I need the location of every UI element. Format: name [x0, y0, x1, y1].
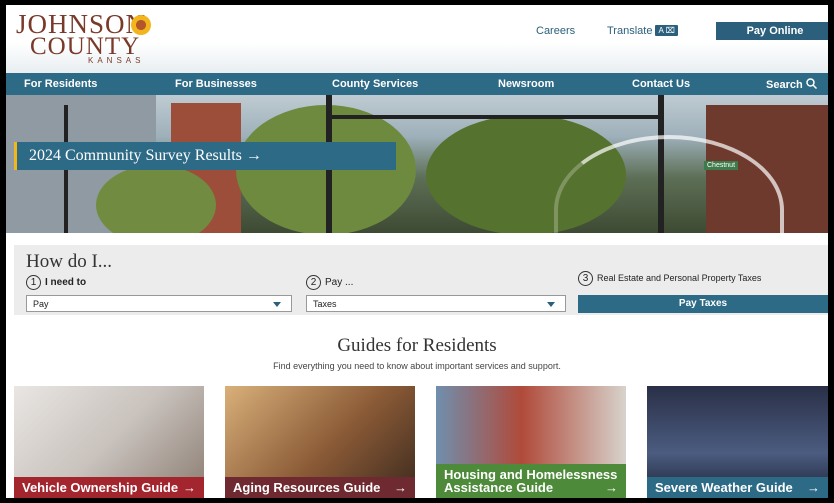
- arrow-right-icon: →: [605, 480, 618, 495]
- search-label: Search: [766, 79, 803, 91]
- guide-card-label: Aging Resources Guide: [225, 477, 415, 498]
- step-3-number: 3: [578, 271, 593, 286]
- guide-card-vehicle[interactable]: Vehicle Ownership Guide →: [14, 386, 204, 498]
- pay-online-button[interactable]: Pay Online: [716, 22, 828, 40]
- hero-image: Chestnut 2024 Community Survey Results →: [6, 95, 828, 233]
- translate-label: Translate: [607, 25, 653, 37]
- guide-card-housing[interactable]: Housing and Homelessness Assistance Guid…: [436, 386, 626, 498]
- need-to-value: Pay: [33, 299, 49, 309]
- county-logo[interactable]: JOHNSON COUNTY KANSAS: [16, 11, 186, 65]
- arrow-right-icon: →: [183, 480, 196, 495]
- street-sign: Chestnut: [704, 161, 739, 170]
- careers-link[interactable]: Careers: [536, 25, 575, 37]
- browser-viewport: JOHNSON COUNTY KANSAS Careers Translate A…: [6, 5, 828, 498]
- site-header: JOHNSON COUNTY KANSAS Careers Translate A…: [6, 5, 828, 73]
- guides-title: Guides for Residents: [337, 335, 497, 356]
- guides-subtitle: Find everything you need to know about i…: [273, 361, 561, 371]
- chevron-down-icon: [547, 302, 555, 307]
- step-2-number: 2: [306, 275, 321, 290]
- need-to-select[interactable]: Pay: [26, 295, 292, 312]
- guide-card-label: Severe Weather Guide: [647, 477, 828, 498]
- step-3-label: 3 Real Estate and Personal Property Taxes: [578, 271, 761, 286]
- step-1-label: 1I need to: [26, 275, 86, 290]
- arrow-right-icon: →: [807, 480, 820, 495]
- guide-card-aging[interactable]: Aging Resources Guide →: [225, 386, 415, 498]
- main-nav: For Residents For Businesses County Serv…: [6, 73, 828, 95]
- nav-newsroom[interactable]: Newsroom: [498, 78, 554, 90]
- search-icon: [806, 78, 817, 90]
- guide-card-weather[interactable]: Severe Weather Guide →: [647, 386, 828, 498]
- nav-for-businesses[interactable]: For Businesses: [175, 78, 257, 90]
- translate-icon: A ⌧: [655, 25, 678, 36]
- guide-card-label: Vehicle Ownership Guide: [14, 477, 204, 498]
- chevron-down-icon: [273, 302, 281, 307]
- survey-results-banner[interactable]: 2024 Community Survey Results →: [14, 142, 396, 170]
- nav-contact-us[interactable]: Contact Us: [632, 78, 690, 90]
- guide-card-label: Housing and Homelessness Assistance Guid…: [436, 464, 626, 498]
- step-2-label: 2 Pay ...: [306, 275, 353, 290]
- logo-line-3: KANSAS: [88, 56, 145, 65]
- pay-value: Taxes: [313, 299, 337, 309]
- step-1-number: 1: [26, 275, 41, 290]
- how-do-i-panel: How do I... 1I need to Pay 2 Pay ... Taxe…: [14, 245, 828, 315]
- arrow-right-icon: →: [394, 480, 407, 495]
- nav-for-residents[interactable]: For Residents: [24, 78, 97, 90]
- translate-link[interactable]: Translate A ⌧: [607, 25, 678, 37]
- nav-search[interactable]: Search: [766, 78, 817, 91]
- nav-county-services[interactable]: County Services: [332, 78, 418, 90]
- how-do-i-title: How do I...: [26, 251, 113, 272]
- pay-select[interactable]: Taxes: [306, 295, 566, 312]
- sunflower-icon: [131, 15, 151, 35]
- pay-taxes-button[interactable]: Pay Taxes: [578, 295, 828, 313]
